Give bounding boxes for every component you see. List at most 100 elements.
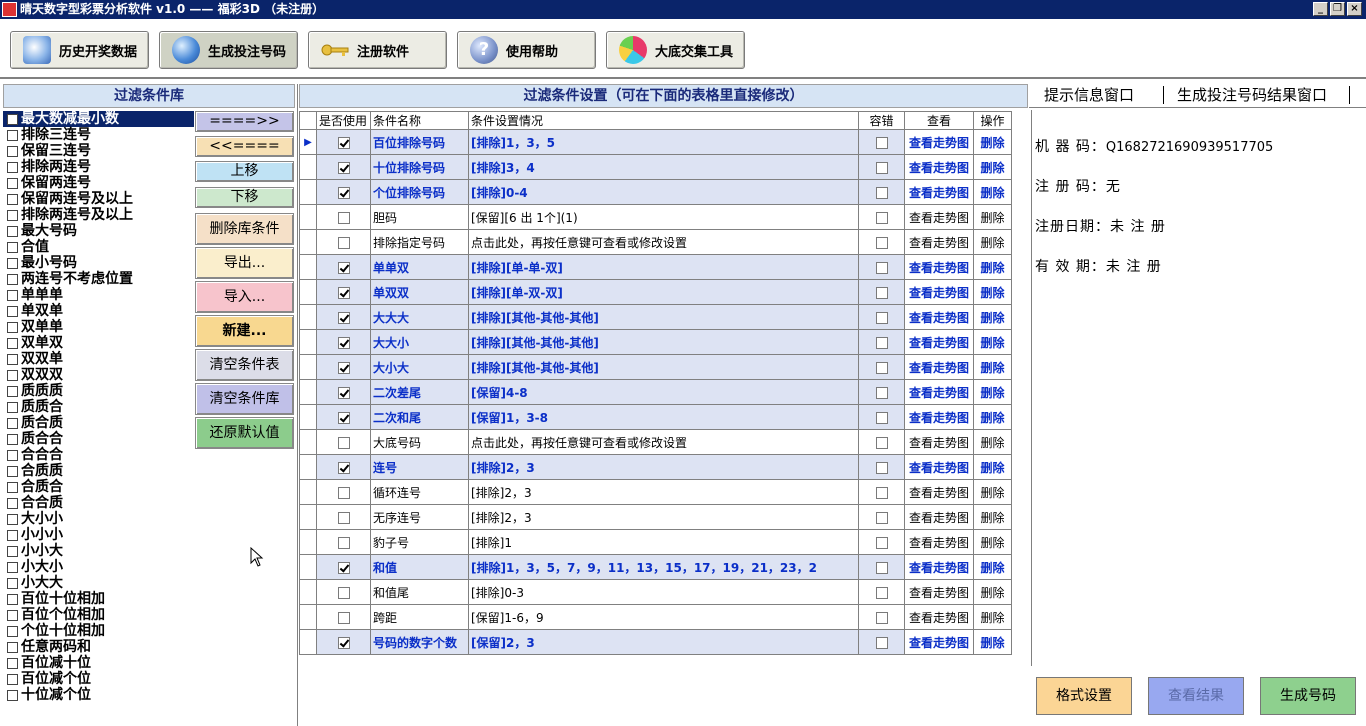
move-left-button[interactable]: <<==== [195, 136, 294, 157]
delete-cell[interactable]: 删除 [973, 304, 1012, 330]
move-right-button[interactable]: ====>> [195, 111, 294, 132]
delete-cell[interactable]: 删除 [973, 154, 1012, 180]
tab-info-window[interactable]: 提示信息窗口 [1044, 84, 1134, 105]
library-item-checkbox[interactable] [7, 129, 18, 141]
library-item[interactable]: 质合质 [3, 415, 194, 431]
view-trend-cell[interactable]: 查看走势图 [904, 354, 974, 380]
library-item-checkbox[interactable] [7, 561, 18, 573]
delete-row-button[interactable]: 删除 [976, 484, 1009, 501]
delete-row-button[interactable]: 删除 [976, 434, 1009, 451]
tolerance-cell[interactable] [858, 179, 905, 205]
condition-setting[interactable]: [保留]2，3 [468, 629, 859, 655]
tolerance-cell[interactable] [858, 629, 905, 655]
library-item-checkbox[interactable] [7, 481, 18, 493]
table-row[interactable]: 和值 [排除]1，3，5，7，9，11，13，15，17，19，21，23，2 查看… [299, 554, 1012, 580]
library-item[interactable]: 排除三连号 [3, 127, 194, 143]
view-trend-cell[interactable]: 查看走势图 [904, 529, 974, 555]
library-item-checkbox[interactable] [7, 625, 18, 637]
view-trend-cell[interactable]: 查看走势图 [904, 429, 974, 455]
tolerance-cell[interactable] [858, 529, 905, 555]
view-trend-cell[interactable]: 查看走势图 [904, 304, 974, 330]
library-item-checkbox[interactable] [7, 529, 18, 541]
library-item[interactable]: 最大号码 [3, 223, 194, 239]
table-row[interactable]: 跨距 [保留]1-6，9 查看走势图 删除 [299, 604, 1012, 630]
generate-button[interactable]: 生成号码 [1260, 677, 1356, 715]
library-item[interactable]: 双单双 [3, 335, 194, 351]
delete-cell[interactable]: 删除 [973, 204, 1012, 230]
tolerance-checkbox[interactable] [875, 311, 888, 324]
tolerance-cell[interactable] [858, 279, 905, 305]
delete-row-button[interactable]: 删除 [976, 534, 1009, 551]
delete-cell[interactable]: 删除 [973, 179, 1012, 205]
table-row[interactable]: 单双双 [排除][单-双-双] 查看走势图 删除 [299, 279, 1012, 305]
library-item-checkbox[interactable] [7, 241, 18, 253]
view-trend-cell[interactable]: 查看走势图 [904, 254, 974, 280]
use-checkbox[interactable] [337, 211, 350, 224]
view-trend-button[interactable]: 查看走势图 [907, 309, 971, 326]
view-trend-button[interactable]: 查看走势图 [907, 634, 971, 651]
table-row[interactable]: 胆码 [保留][6 出 1个](1) 查看走势图 删除 [299, 204, 1012, 230]
condition-setting[interactable]: [排除][其他-其他-其他] [468, 304, 859, 330]
library-item-checkbox[interactable] [7, 289, 18, 301]
use-cell[interactable] [316, 154, 371, 180]
view-trend-button[interactable]: 查看走势图 [907, 459, 971, 476]
delete-row-button[interactable]: 删除 [976, 159, 1009, 176]
table-row[interactable]: ▶ 百位排除号码 [排除]1，3，5 查看走势图 删除 [299, 129, 1012, 155]
delete-library-condition-button[interactable]: 删除库条件 [195, 213, 294, 245]
condition-setting[interactable]: 点击此处，再按任意键可查看或修改设置 [468, 429, 859, 455]
table-row[interactable]: 无序连号 [排除]2，3 查看走势图 删除 [299, 504, 1012, 530]
use-checkbox[interactable] [337, 636, 350, 649]
tolerance-checkbox[interactable] [875, 336, 888, 349]
table-row[interactable]: 大大大 [排除][其他-其他-其他] 查看走势图 删除 [299, 304, 1012, 330]
delete-row-button[interactable]: 删除 [976, 309, 1009, 326]
delete-row-button[interactable]: 删除 [976, 234, 1009, 251]
library-item-checkbox[interactable] [7, 593, 18, 605]
use-checkbox[interactable] [337, 311, 350, 324]
library-item[interactable]: 单双单 [3, 303, 194, 319]
use-cell[interactable] [316, 229, 371, 255]
restore-defaults-button[interactable]: 还原默认值 [195, 417, 294, 449]
library-item[interactable]: 任意两码和 [3, 639, 194, 655]
view-trend-button[interactable]: 查看走势图 [907, 409, 971, 426]
delete-row-button[interactable]: 删除 [976, 134, 1009, 151]
use-checkbox[interactable] [337, 386, 350, 399]
condition-setting[interactable]: [保留]1-6，9 [468, 604, 859, 630]
tolerance-checkbox[interactable] [875, 561, 888, 574]
view-trend-button[interactable]: 查看走势图 [907, 559, 971, 576]
condition-setting[interactable]: [排除]0-3 [468, 579, 859, 605]
library-item[interactable]: 两连号不考虑位置 [3, 271, 194, 287]
library-item-checkbox[interactable] [7, 657, 18, 669]
library-item-checkbox[interactable] [7, 321, 18, 333]
library-item-checkbox[interactable] [7, 193, 18, 205]
use-checkbox[interactable] [337, 611, 350, 624]
tolerance-checkbox[interactable] [875, 136, 888, 149]
use-cell[interactable] [316, 454, 371, 480]
tolerance-checkbox[interactable] [875, 461, 888, 474]
use-cell[interactable] [316, 579, 371, 605]
use-checkbox[interactable] [337, 486, 350, 499]
delete-cell[interactable]: 删除 [973, 504, 1012, 530]
delete-cell[interactable]: 删除 [973, 529, 1012, 555]
condition-setting[interactable]: [排除]1，3，5 [468, 129, 859, 155]
condition-setting[interactable]: [保留][6 出 1个](1) [468, 204, 859, 230]
delete-row-button[interactable]: 删除 [976, 259, 1009, 276]
delete-cell[interactable]: 删除 [973, 604, 1012, 630]
condition-setting[interactable]: [保留]4-8 [468, 379, 859, 405]
condition-setting[interactable]: [排除]2，3 [468, 504, 859, 530]
use-checkbox[interactable] [337, 236, 350, 249]
view-trend-cell[interactable]: 查看走势图 [904, 154, 974, 180]
view-trend-cell[interactable]: 查看走势图 [904, 129, 974, 155]
format-settings-button[interactable]: 格式设置 [1036, 677, 1132, 715]
library-item-checkbox[interactable] [7, 497, 18, 509]
use-checkbox[interactable] [337, 436, 350, 449]
tolerance-cell[interactable] [858, 229, 905, 255]
library-item[interactable]: 百位减个位 [3, 671, 194, 687]
library-item-checkbox[interactable] [7, 433, 18, 445]
library-item[interactable]: 小小小 [3, 527, 194, 543]
use-cell[interactable] [316, 254, 371, 280]
use-cell[interactable] [316, 204, 371, 230]
view-trend-button[interactable]: 查看走势图 [907, 384, 971, 401]
delete-row-button[interactable]: 删除 [976, 584, 1009, 601]
delete-cell[interactable]: 删除 [973, 229, 1012, 255]
view-trend-button[interactable]: 查看走势图 [907, 509, 971, 526]
